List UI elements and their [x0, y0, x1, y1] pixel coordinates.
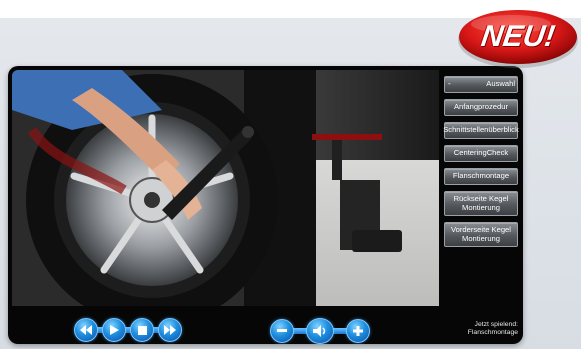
menu-item-label: CenteringCheck: [453, 148, 509, 158]
menu-item-rueckseite-kegel[interactable]: Rückseite Kegel Montierung: [444, 191, 518, 216]
volume-down-icon: [277, 329, 287, 332]
mute-button[interactable]: [306, 318, 334, 344]
rewind-icon: [80, 325, 92, 335]
now-playing-label: Jetzt spielend:: [474, 321, 518, 328]
now-playing-title: Flanschmontage: [467, 329, 518, 336]
menu-item-auswahl[interactable]: - Auswahl: [444, 76, 518, 93]
speaker-icon: [313, 325, 326, 337]
menu-item-label: Schnittstellenüberblick: [443, 125, 519, 135]
chapter-menu: - Auswahl Anfangprozedur Schnittstellenü…: [443, 76, 522, 247]
fast-forward-button[interactable]: [158, 318, 182, 342]
video-image: [12, 70, 439, 306]
menu-item-label: Flanschmontage: [452, 171, 510, 181]
playback-controls: Jetzt spielend: Flanschmontage: [8, 310, 523, 344]
play-button[interactable]: [102, 318, 126, 342]
menu-item-schnittstellenueberblick[interactable]: Schnittstellenüberblick: [443, 122, 519, 139]
transport-controls: [74, 318, 182, 342]
play-icon: [110, 325, 119, 335]
menu-item-label: Auswahl: [486, 79, 515, 89]
volume-up-icon: [353, 326, 363, 336]
menu-item-vorderseite-kegel[interactable]: Vorderseite Kegel Montierung: [444, 222, 518, 247]
menu-item-label: Anfangprozedur: [453, 102, 509, 112]
volume-controls: [270, 318, 370, 344]
menu-item-flanschmontage[interactable]: Flanschmontage: [444, 168, 518, 185]
collapse-icon[interactable]: -: [448, 80, 451, 89]
new-badge: NEU!: [456, 6, 580, 70]
fast-forward-icon: [164, 325, 176, 335]
menu-item-label: Rückseite Kegel Montierung: [453, 194, 509, 212]
menu-item-centeringcheck[interactable]: CenteringCheck: [444, 145, 518, 162]
stop-button[interactable]: [130, 318, 154, 342]
video-frame[interactable]: [12, 70, 439, 306]
menu-item-label: Vorderseite Kegel Montierung: [451, 225, 511, 243]
badge-label: NEU!: [479, 20, 558, 53]
volume-down-button[interactable]: [270, 319, 294, 343]
volume-up-button[interactable]: [346, 319, 370, 343]
now-playing: Jetzt spielend: Flanschmontage: [448, 321, 518, 337]
rewind-button[interactable]: [74, 318, 98, 342]
stop-icon: [137, 325, 147, 335]
video-player: - Auswahl Anfangprozedur Schnittstellenü…: [8, 66, 523, 344]
menu-item-anfangprozedur[interactable]: Anfangprozedur: [444, 99, 518, 116]
